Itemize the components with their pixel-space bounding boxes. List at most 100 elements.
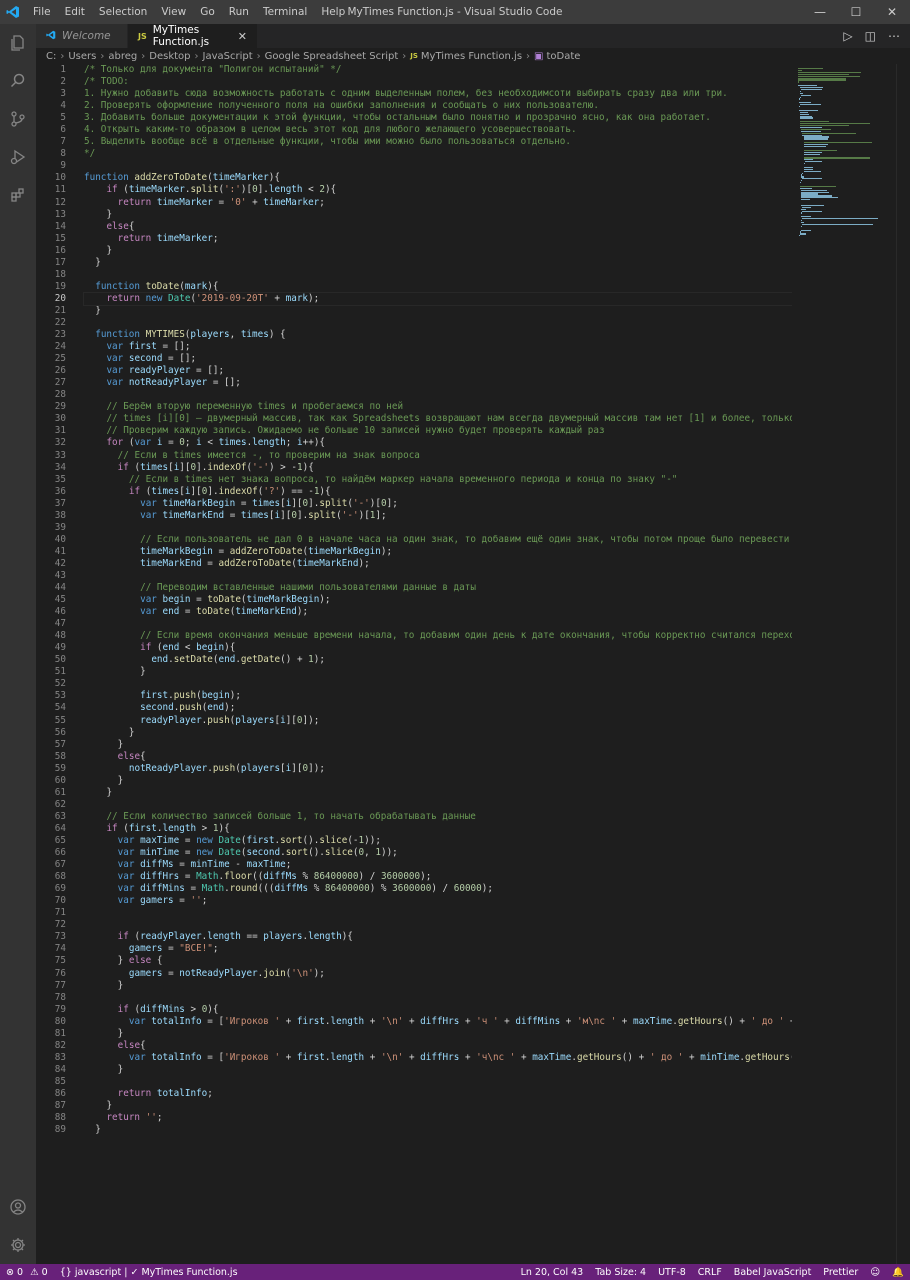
- code-line[interactable]: var second = [];: [84, 353, 792, 365]
- code-line[interactable]: gamers = notReadyPlayer.join('\n');: [84, 968, 792, 980]
- code-line[interactable]: }: [84, 727, 792, 739]
- code-line[interactable]: function addZeroToDate(timeMarker){: [84, 172, 792, 184]
- code-line[interactable]: 4. Открыть каким-то образом в целом весь…: [84, 124, 792, 136]
- code-line[interactable]: [84, 678, 792, 690]
- code-line[interactable]: readyPlayer.push(players[i][0]);: [84, 715, 792, 727]
- menu-run[interactable]: Run: [222, 6, 256, 18]
- code-line[interactable]: [84, 919, 792, 931]
- code-line[interactable]: [84, 389, 792, 401]
- explorer-icon[interactable]: [0, 24, 36, 62]
- tab-welcome[interactable]: Welcome: [36, 24, 128, 48]
- code-line[interactable]: var diffHrs = Math.floor((diffMs % 86400…: [84, 871, 792, 883]
- code-line[interactable]: var totalInfo = ['Игроков ' + first.leng…: [84, 1016, 792, 1028]
- notifications-bell-icon[interactable]: 🔔: [886, 1267, 910, 1278]
- more-actions-icon[interactable]: ⋯: [888, 29, 900, 43]
- close-window-button[interactable]: ✕: [874, 0, 910, 24]
- code-line[interactable]: 5. Выделить вообще всё в отдельные функц…: [84, 136, 792, 148]
- problems-indicator[interactable]: ⊗ 0 ⚠ 0: [0, 1267, 54, 1278]
- code-line[interactable]: }: [84, 1124, 792, 1136]
- code-line[interactable]: }: [84, 1100, 792, 1112]
- menu-selection[interactable]: Selection: [92, 6, 154, 18]
- code-line[interactable]: // Если в times нет знака вопроса, то на…: [84, 474, 792, 486]
- code-line[interactable]: var totalInfo = ['Игроков ' + first.leng…: [84, 1052, 792, 1064]
- code-line[interactable]: [84, 570, 792, 582]
- code-line[interactable]: [84, 269, 792, 281]
- code-line[interactable]: [84, 799, 792, 811]
- code-line[interactable]: var first = [];: [84, 341, 792, 353]
- code-line[interactable]: function toDate(mark){: [84, 281, 792, 293]
- minimize-button[interactable]: —: [802, 0, 838, 24]
- menu-go[interactable]: Go: [193, 6, 222, 18]
- code-content[interactable]: /* Только для документа "Полигон испытан…: [83, 64, 792, 1136]
- breadcrumb-item[interactable]: Users: [68, 51, 96, 62]
- code-line[interactable]: if (times[i][0].indexOf('?') == -1){: [84, 486, 792, 498]
- breadcrumb-item[interactable]: MyTimes Function.js: [421, 51, 522, 62]
- search-icon[interactable]: [0, 62, 36, 100]
- extensions-icon[interactable]: [0, 176, 36, 214]
- code-line[interactable]: else{: [84, 751, 792, 763]
- code-line[interactable]: end.setDate(end.getDate() + 1);: [84, 654, 792, 666]
- menu-terminal[interactable]: Terminal: [256, 6, 314, 18]
- breadcrumb-item[interactable]: JavaScript: [203, 51, 253, 62]
- menu-edit[interactable]: Edit: [58, 6, 92, 18]
- code-line[interactable]: function MYTIMES(players, times) {: [84, 329, 792, 341]
- code-line[interactable]: var diffMs = minTime - maxTime;: [84, 859, 792, 871]
- code-line[interactable]: [84, 160, 792, 172]
- code-line[interactable]: [84, 992, 792, 1004]
- code-line[interactable]: var timeMarkEnd = times[i][0].split('-')…: [84, 510, 792, 522]
- code-line[interactable]: }: [84, 739, 792, 751]
- code-line[interactable]: if (diffMins > 0){: [84, 1004, 792, 1016]
- code-line[interactable]: var timeMarkBegin = times[i][0].split('-…: [84, 498, 792, 510]
- code-line[interactable]: [84, 618, 792, 630]
- code-line[interactable]: // Если время окончания меньше времени н…: [84, 630, 792, 642]
- code-line[interactable]: return timeMarker = '0' + timeMarker;: [84, 197, 792, 209]
- tab-mytimes-function[interactable]: JS MyTimes Function.js ✕: [128, 24, 258, 48]
- run-file-icon[interactable]: ▷: [843, 29, 852, 43]
- code-line[interactable]: }: [84, 787, 792, 799]
- code-line[interactable]: if (times[i][0].indexOf('-') > -1){: [84, 462, 792, 474]
- code-line[interactable]: if (readyPlayer.length == players.length…: [84, 931, 792, 943]
- code-line[interactable]: var gamers = '';: [84, 895, 792, 907]
- code-editor[interactable]: 1 2 3 4 5 6 7 8 9 10 11 12 13 14 15 16 17 18 19 20 21 22 23 24 2…: [36, 64, 792, 1264]
- run-debug-icon[interactable]: [0, 138, 36, 176]
- code-line[interactable]: else{: [84, 1040, 792, 1052]
- code-line[interactable]: }: [84, 775, 792, 787]
- code-line[interactable]: return '';: [84, 1112, 792, 1124]
- prettier-status[interactable]: Prettier: [817, 1267, 864, 1278]
- encoding[interactable]: UTF-8: [652, 1267, 692, 1278]
- code-line[interactable]: var notReadyPlayer = [];: [84, 377, 792, 389]
- cursor-position[interactable]: Ln 20, Col 43: [515, 1267, 590, 1278]
- code-line[interactable]: if (timeMarker.split(':')[0].length < 2)…: [84, 184, 792, 196]
- minimap[interactable]: [792, 64, 896, 1264]
- code-line[interactable]: [84, 317, 792, 329]
- code-line[interactable]: // Если количество записей больше 1, то …: [84, 811, 792, 823]
- code-line[interactable]: for (var i = 0; i < times.length; i++){: [84, 437, 792, 449]
- code-line[interactable]: }: [84, 257, 792, 269]
- code-line[interactable]: var diffMins = Math.round(((diffMs % 864…: [84, 883, 792, 895]
- code-line[interactable]: var minTime = new Date(second.sort().sli…: [84, 847, 792, 859]
- code-line[interactable]: return new Date('2019-09-20T' + mark);: [83, 291, 792, 306]
- code-line[interactable]: } else {: [84, 955, 792, 967]
- code-line[interactable]: 3. Добавить больше документации к этой ф…: [84, 112, 792, 124]
- language-mode[interactable]: Babel JavaScript: [728, 1267, 818, 1278]
- code-line[interactable]: second.push(end);: [84, 702, 792, 714]
- code-line[interactable]: // Проверим каждую запись. Ожидаемо не б…: [84, 425, 792, 437]
- menu-file[interactable]: File: [26, 6, 58, 18]
- breadcrumb-item[interactable]: toDate: [546, 51, 580, 62]
- code-line[interactable]: // Берём вторую переменную times и пробе…: [84, 401, 792, 413]
- code-line[interactable]: [84, 522, 792, 534]
- code-line[interactable]: 1. Нужно добавить сюда возможность работ…: [84, 88, 792, 100]
- close-tab-icon[interactable]: ✕: [238, 30, 247, 43]
- code-line[interactable]: first.push(begin);: [84, 690, 792, 702]
- code-line[interactable]: // times [i][0] — двумерный массив, так …: [84, 413, 792, 425]
- breadcrumb-item[interactable]: Desktop: [149, 51, 190, 62]
- code-line[interactable]: [84, 1076, 792, 1088]
- code-line[interactable]: */: [84, 148, 792, 160]
- code-line[interactable]: return totalInfo;: [84, 1088, 792, 1100]
- code-line[interactable]: /* Только для документа "Полигон испытан…: [84, 64, 792, 76]
- account-icon[interactable]: [0, 1188, 36, 1226]
- menu-help[interactable]: Help: [314, 6, 352, 18]
- code-line[interactable]: 2. Проверять оформление полученного поля…: [84, 100, 792, 112]
- code-line[interactable]: timeMarkEnd = addZeroToDate(timeMarkEnd)…: [84, 558, 792, 570]
- code-line[interactable]: var begin = toDate(timeMarkBegin);: [84, 594, 792, 606]
